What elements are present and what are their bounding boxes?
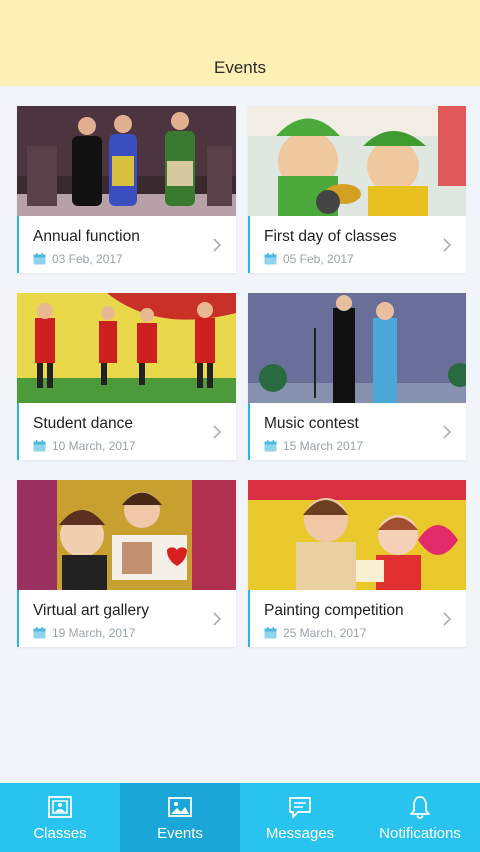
event-date-text: 03 Feb, 2017 — [52, 252, 123, 266]
event-date: 15 March 2017 — [264, 439, 363, 453]
event-photo — [248, 106, 466, 216]
event-date: 25 March, 2017 — [264, 626, 366, 640]
nav-item-notifications[interactable]: Notifications — [360, 783, 480, 852]
event-date: 05 Feb, 2017 — [264, 252, 354, 266]
calendar-icon — [33, 440, 46, 452]
message-icon — [289, 797, 311, 818]
event-card-painting-competition[interactable]: Painting competition 25 March, 2017 — [248, 480, 466, 647]
picture-frame-icon — [48, 796, 72, 818]
event-photo — [248, 480, 466, 590]
chevron-right-icon — [443, 238, 452, 252]
nav-item-messages[interactable]: Messages — [240, 783, 360, 852]
chevron-right-icon — [213, 425, 222, 439]
bottom-navigation: Classes Events Messages Notifications — [0, 783, 480, 852]
event-title: First day of classes — [264, 228, 397, 245]
event-photo — [17, 293, 236, 403]
event-title: Student dance — [33, 415, 133, 432]
chevron-right-icon — [213, 612, 222, 626]
chevron-right-icon — [443, 612, 452, 626]
event-title: Annual function — [33, 228, 140, 245]
page-title: Events — [214, 58, 266, 77]
event-title: Painting competition — [264, 602, 404, 619]
nav-label: Classes — [33, 825, 87, 842]
event-date-text: 19 March, 2017 — [52, 626, 136, 640]
event-card-virtual-art-gallery[interactable]: Virtual art gallery 19 March, 2017 — [17, 480, 236, 647]
event-date: 10 March, 2017 — [33, 439, 135, 453]
chevron-right-icon — [443, 425, 452, 439]
bell-icon — [410, 796, 430, 819]
event-card-music-contest[interactable]: Music contest 15 March 2017 — [248, 293, 466, 460]
events-grid: Annual function 03 Feb, 2017 First day o… — [17, 106, 466, 647]
event-photo — [17, 480, 236, 590]
image-icon — [168, 797, 192, 817]
calendar-icon — [264, 627, 277, 639]
calendar-icon — [264, 253, 277, 265]
event-date-text: 15 March 2017 — [283, 439, 364, 453]
event-title: Music contest — [264, 415, 359, 432]
event-photo — [248, 293, 466, 403]
event-date: 19 March, 2017 — [33, 626, 135, 640]
event-card-first-day-of-classes[interactable]: First day of classes 05 Feb, 2017 — [248, 106, 466, 273]
nav-item-events[interactable]: Events — [120, 783, 240, 852]
nav-item-classes[interactable]: Classes — [0, 783, 120, 852]
nav-label: Notifications — [379, 825, 461, 842]
event-date: 03 Feb, 2017 — [33, 252, 123, 266]
nav-label: Messages — [265, 825, 335, 842]
event-date-text: 10 March, 2017 — [52, 439, 136, 453]
nav-label: Events — [157, 825, 203, 842]
event-photo — [17, 106, 236, 216]
event-date-text: 05 Feb, 2017 — [283, 252, 354, 266]
event-card-student-dance[interactable]: Student dance 10 March, 2017 — [17, 293, 236, 460]
event-title: Virtual art gallery — [33, 602, 150, 619]
app-header: Events — [0, 0, 480, 86]
calendar-icon — [33, 627, 46, 639]
event-card-annual-function[interactable]: Annual function 03 Feb, 2017 — [17, 106, 236, 273]
calendar-icon — [264, 440, 277, 452]
chevron-right-icon — [213, 238, 222, 252]
calendar-icon — [33, 253, 46, 265]
event-date-text: 25 March, 2017 — [283, 626, 367, 640]
